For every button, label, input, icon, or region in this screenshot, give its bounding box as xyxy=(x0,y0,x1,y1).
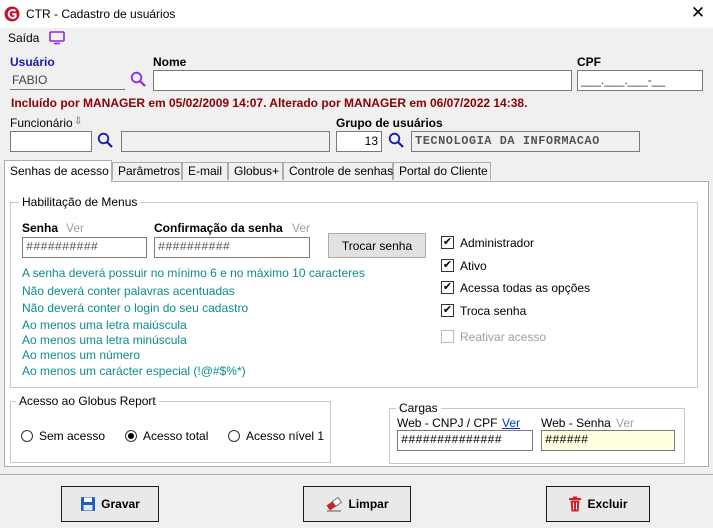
limpar-label: Limpar xyxy=(348,497,389,511)
cpf-input[interactable]: ___.___.___-__ xyxy=(577,70,703,91)
audit-info: Incluído por MANAGER em 05/02/2009 14:07… xyxy=(11,96,528,110)
tab-globus-plus[interactable]: Globus+ xyxy=(228,162,283,180)
rule-no-accent: Não deverá conter palavras acentuadas xyxy=(22,284,235,298)
funcionario-name-field xyxy=(121,131,330,152)
nome-label: Nome xyxy=(153,55,187,69)
trash-icon xyxy=(569,496,582,512)
administrador-checkbox[interactable]: ✔ xyxy=(441,236,454,249)
rule-lowercase: Ao menos uma letra minúscula xyxy=(22,333,187,347)
funcionario-search-icon[interactable] xyxy=(97,132,114,149)
reativar-acesso-checkbox xyxy=(441,330,454,343)
tab-portal-do-cliente[interactable]: Portal do Cliente xyxy=(393,162,491,180)
acesso-nivel1-radio[interactable] xyxy=(228,430,240,442)
excluir-button[interactable]: Excluir xyxy=(546,486,650,522)
close-icon[interactable]: ✕ xyxy=(688,3,708,23)
tab-strip: Senhas de acesso Parâmetros E-mail Globu… xyxy=(0,160,713,182)
excluir-label: Excluir xyxy=(587,497,628,511)
confirmacao-label: Confirmação da senha xyxy=(154,221,283,235)
confirmacao-input[interactable]: ########## xyxy=(154,237,310,258)
usuario-input[interactable]: FABIO xyxy=(10,72,125,90)
funcionario-label: Funcionário xyxy=(10,116,73,130)
nome-input[interactable] xyxy=(153,70,572,91)
habilitacao-title: Habilitação de Menus xyxy=(19,195,141,209)
trocar-senha-button[interactable]: Trocar senha xyxy=(328,233,426,258)
funcionario-code-input[interactable] xyxy=(10,131,92,152)
senha-input[interactable]: ########## xyxy=(22,237,147,258)
ativo-checkbox[interactable]: ✔ xyxy=(441,259,454,272)
rule-special-char: Ao menos um carácter especial (!@#$%*) xyxy=(22,364,246,378)
menu-exit[interactable]: Saída xyxy=(8,31,39,45)
tab-controle-de-senhas[interactable]: Controle de senhas xyxy=(283,162,393,180)
gravar-label: Gravar xyxy=(101,497,140,511)
grupo-name-field: TECNOLOGIA DA INFORMACAO xyxy=(411,131,640,152)
acesso-nivel1-label: Acesso nível 1 xyxy=(246,429,325,443)
web-senha-input[interactable]: ###### xyxy=(541,430,675,451)
usuario-label: Usuário xyxy=(10,55,55,69)
rule-length: A senha deverá possuir no mínimo 6 e no … xyxy=(22,266,365,280)
usuario-search-icon[interactable] xyxy=(130,71,147,88)
acesso-total-label: Acesso total xyxy=(143,429,209,443)
title-bar: CTR - Cadastro de usuários ✕ xyxy=(0,0,713,28)
eraser-icon xyxy=(327,496,343,512)
troca-senha-checkbox[interactable]: ✔ xyxy=(441,304,454,317)
web-cnpj-ver-link[interactable]: Ver xyxy=(502,416,520,430)
web-senha-label: Web - Senha xyxy=(541,416,611,430)
grupo-label: Grupo de usuários xyxy=(336,116,443,130)
gravar-button[interactable]: Gravar xyxy=(61,486,159,522)
cargas-title: Cargas xyxy=(396,401,441,415)
app-logo-icon xyxy=(4,6,20,22)
sem-acesso-label: Sem acesso xyxy=(39,429,106,443)
acessa-todas-label: Acessa todas as opções xyxy=(460,281,591,295)
rule-uppercase: Ao menos uma letra maiúscula xyxy=(22,318,187,332)
tab-parametros[interactable]: Parâmetros xyxy=(112,162,182,180)
ativo-label: Ativo xyxy=(460,259,487,273)
troca-senha-label: Troca senha xyxy=(460,304,527,318)
limpar-button[interactable]: Limpar xyxy=(303,486,411,522)
rule-no-login: Não deverá conter o login do seu cadastr… xyxy=(22,301,249,315)
senha-label: Senha xyxy=(22,221,59,235)
window-title: CTR - Cadastro de usuários xyxy=(26,7,176,21)
acesso-total-radio[interactable] xyxy=(125,430,137,442)
web-cnpj-label: Web - CNPJ / CPF xyxy=(397,416,498,430)
sort-arrow-icon[interactable]: ⇩ xyxy=(74,116,82,127)
senha-ver-link[interactable]: Ver xyxy=(66,221,84,235)
reativar-acesso-label: Reativar acesso xyxy=(460,330,547,344)
save-icon xyxy=(81,497,96,511)
web-senha-ver-link[interactable]: Ver xyxy=(616,416,634,430)
monitor-icon[interactable] xyxy=(49,31,65,45)
confirmacao-ver-link[interactable]: Ver xyxy=(292,221,310,235)
tab-email[interactable]: E-mail xyxy=(182,162,228,180)
sem-acesso-radio[interactable] xyxy=(21,430,33,442)
cpf-label: CPF xyxy=(577,55,601,69)
grupo-search-icon[interactable] xyxy=(388,132,405,149)
globus-report-title: Acesso ao Globus Report xyxy=(16,394,159,408)
acessa-todas-checkbox[interactable]: ✔ xyxy=(441,281,454,294)
grupo-code-input[interactable]: 13 xyxy=(336,131,382,152)
rule-number: Ao menos um número xyxy=(22,348,141,362)
tab-senhas-de-acesso[interactable]: Senhas de acesso xyxy=(4,160,112,182)
web-cnpj-input[interactable]: ############## xyxy=(397,430,533,451)
administrador-label: Administrador xyxy=(460,236,535,250)
